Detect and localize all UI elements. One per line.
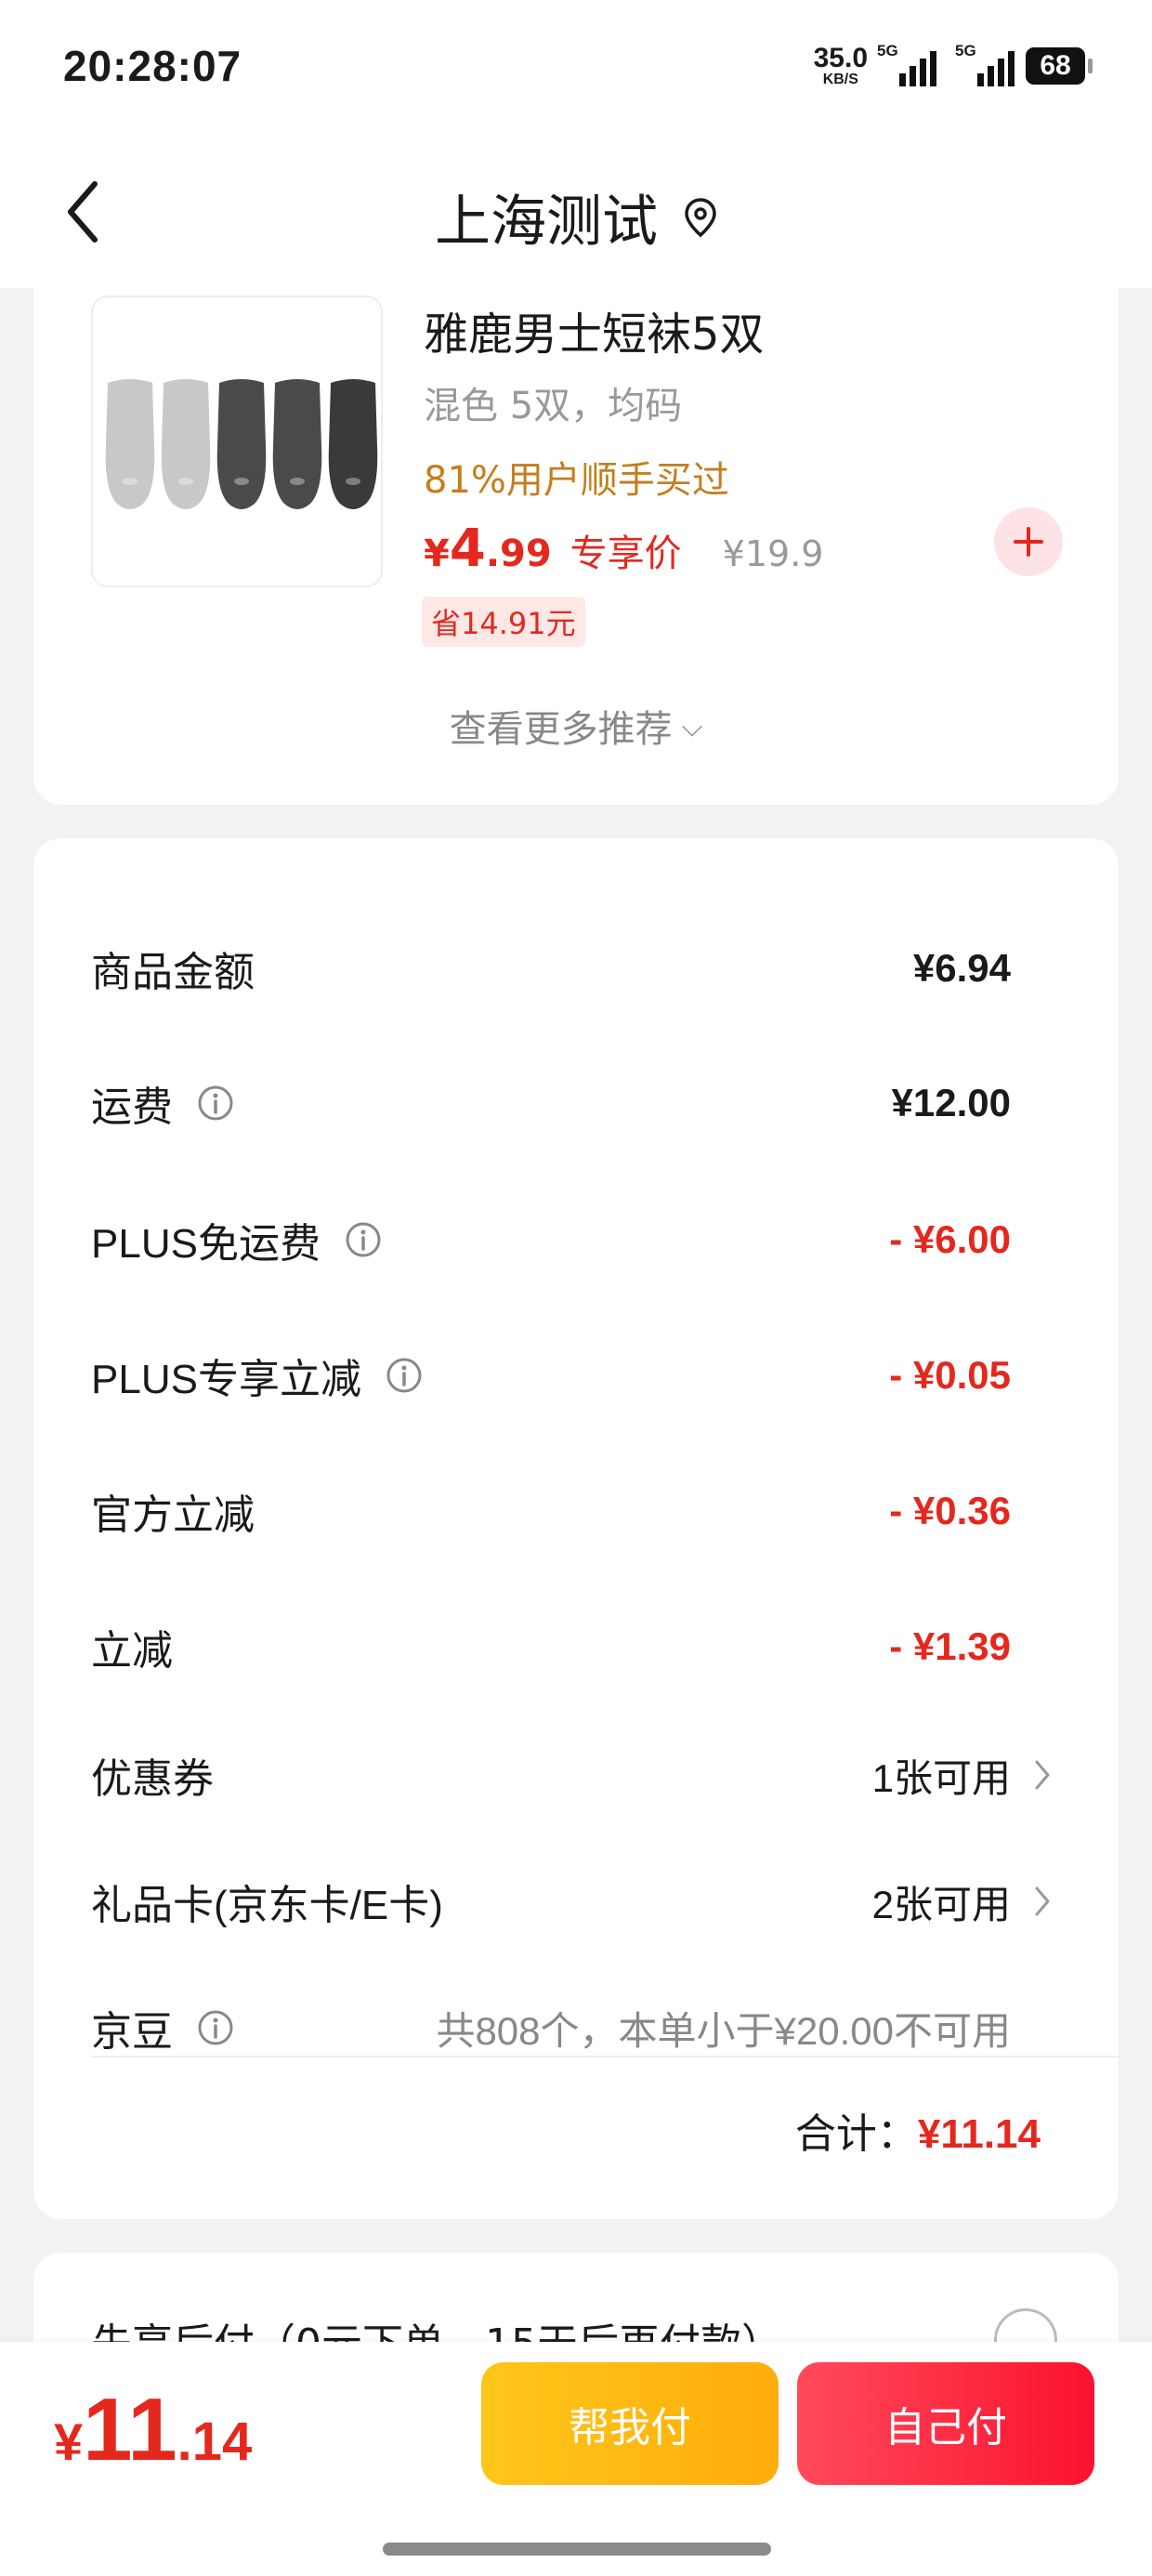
home-indicator[interactable] xyxy=(383,2543,771,2556)
product-thumbnail[interactable] xyxy=(91,296,383,587)
recommend-card: 雅鹿男士短袜5双 混色 5双，均码 81%用户顺手买过 ¥ 4 .99 专享价 … xyxy=(33,260,1119,805)
chevron-right-icon xyxy=(1035,1760,1050,1790)
summary-value: - ¥0.36 xyxy=(889,1489,1011,1532)
price-decimal: .99 xyxy=(485,532,552,575)
summary-value: ¥12.00 xyxy=(891,1081,1011,1124)
plus-icon xyxy=(1014,527,1043,557)
summary-total: 合计： ¥11.14 xyxy=(795,2100,1041,2160)
price-symbol: ¥ xyxy=(424,532,450,575)
bottom-amount-decimal: .14 xyxy=(177,2412,253,2472)
summary-value: - ¥6.00 xyxy=(889,1217,1011,1261)
summary-label: PLUS免运费 xyxy=(91,1210,382,1269)
summary-row-official-discount: 官方立减 - ¥0.36 xyxy=(91,1474,1011,1548)
summary-value: 1张可用 xyxy=(871,1755,1011,1800)
product-spec: 混色 5双，均码 xyxy=(424,385,683,427)
summary-row-jingdou: 京豆 共808个，本单小于¥20.00不可用 xyxy=(91,1991,1011,2065)
net-speed-unit: KB/S xyxy=(822,72,858,87)
original-price: ¥19.9 xyxy=(722,533,824,574)
summary-label: PLUS专享立减 xyxy=(91,1346,423,1405)
save-badge: 省14.91元 xyxy=(422,597,585,647)
help-pay-button[interactable]: 帮我付 xyxy=(481,2362,779,2485)
add-to-cart-button[interactable] xyxy=(994,507,1063,576)
summary-label: 优惠券 xyxy=(91,1755,214,1803)
order-summary-card: 商品金额 ¥6.94 运费 ¥12.00 PLUS免运费 - ¥6.00 PLU… xyxy=(33,838,1119,2219)
self-pay-button[interactable]: 自己付 xyxy=(797,2362,1094,2485)
battery-level: 68 xyxy=(1040,50,1071,81)
signal-2-icon: 5G xyxy=(955,42,1015,86)
summary-divider xyxy=(91,2056,1119,2057)
nav-title-container: 上海测试 xyxy=(0,177,1152,257)
price-integer: 4 xyxy=(449,519,486,579)
summary-row-coupon[interactable]: 优惠券 1张可用 xyxy=(91,1738,1050,1812)
more-recommend-link[interactable]: 查看更多推荐 ⌵ xyxy=(33,699,1119,753)
sock-shape xyxy=(105,379,155,509)
total-value: ¥11.14 xyxy=(917,2111,1041,2157)
bottom-bar: ¥ 11 .14 帮我付 自己付 xyxy=(0,2342,1152,2576)
status-indicators: 35.0 KB/S 5G 5G 68 xyxy=(814,42,1093,89)
sock-shape xyxy=(272,379,322,509)
page-title: 上海测试 xyxy=(435,190,658,255)
summary-label: 立减 xyxy=(91,1627,173,1675)
signal-1-tag: 5G xyxy=(877,42,898,59)
net-speed-value: 35.0 xyxy=(813,43,868,73)
info-icon[interactable] xyxy=(386,1357,423,1394)
summary-row-shipping: 运费 ¥12.00 xyxy=(91,1066,1011,1140)
self-pay-label: 自己付 xyxy=(884,2404,1007,2451)
summary-row-plus-discount: PLUS专享立减 - ¥0.05 xyxy=(91,1338,1011,1413)
summary-row-giftcard[interactable]: 礼品卡(京东卡/E卡) 2张可用 xyxy=(91,1864,1050,1939)
summary-value: 共808个，本单小于¥20.00不可用 xyxy=(436,2008,1011,2053)
bottom-total-price: ¥ 11 .14 xyxy=(54,2379,252,2481)
info-icon[interactable] xyxy=(197,2009,234,2046)
bottom-currency: ¥ xyxy=(54,2412,84,2471)
sock-shape xyxy=(161,379,211,509)
summary-label: 商品金额 xyxy=(91,949,255,996)
chevron-right-icon xyxy=(1035,1886,1050,1916)
summary-value: 2张可用 xyxy=(871,1882,1011,1926)
chevron-down-icon: ⌵ xyxy=(681,711,703,743)
more-recommend-label: 查看更多推荐 xyxy=(449,708,673,751)
price-row: ¥ 4 .99 专享价 ¥19.9 xyxy=(424,519,823,579)
help-pay-label: 帮我付 xyxy=(569,2404,691,2451)
info-icon[interactable] xyxy=(197,1084,234,1122)
summary-label: 运费 xyxy=(91,1073,234,1133)
product-buy-rate: 81%用户顺手买过 xyxy=(424,459,729,502)
summary-value: ¥6.94 xyxy=(912,946,1011,990)
status-bar: 20:28:07 35.0 KB/S 5G 5G 68 xyxy=(0,0,1152,139)
summary-row-plus-shipping: PLUS免运费 - ¥6.00 xyxy=(91,1203,1011,1277)
summary-label: 官方立减 xyxy=(91,1492,255,1539)
price-label: 专享价 xyxy=(569,532,682,575)
status-time: 20:28:07 xyxy=(63,42,242,90)
summary-label: 京豆 xyxy=(91,1998,234,2057)
socks-image xyxy=(105,379,378,509)
summary-value: - ¥0.05 xyxy=(889,1353,1011,1397)
location-pin-icon[interactable] xyxy=(684,197,717,238)
signal-1-icon: 5G xyxy=(877,42,936,86)
info-icon[interactable] xyxy=(345,1221,382,1258)
product-name[interactable]: 雅鹿男士短袜5双 xyxy=(424,297,765,362)
total-label: 合计： xyxy=(794,2110,918,2158)
bottom-amount-integer: 11 xyxy=(83,2380,177,2479)
net-speed: 35.0 KB/S xyxy=(814,45,868,87)
summary-value: - ¥1.39 xyxy=(889,1624,1011,1668)
summary-label: 礼品卡(京东卡/E卡) xyxy=(91,1883,443,1928)
summary-row-goods: 商品金额 ¥6.94 xyxy=(91,931,1011,1005)
sock-shape xyxy=(216,379,267,509)
sock-shape xyxy=(328,379,378,509)
signal-2-tag: 5G xyxy=(955,42,976,59)
battery-icon: 68 xyxy=(1026,47,1093,85)
summary-row-instant-discount: 立减 - ¥1.39 xyxy=(91,1610,1011,1684)
